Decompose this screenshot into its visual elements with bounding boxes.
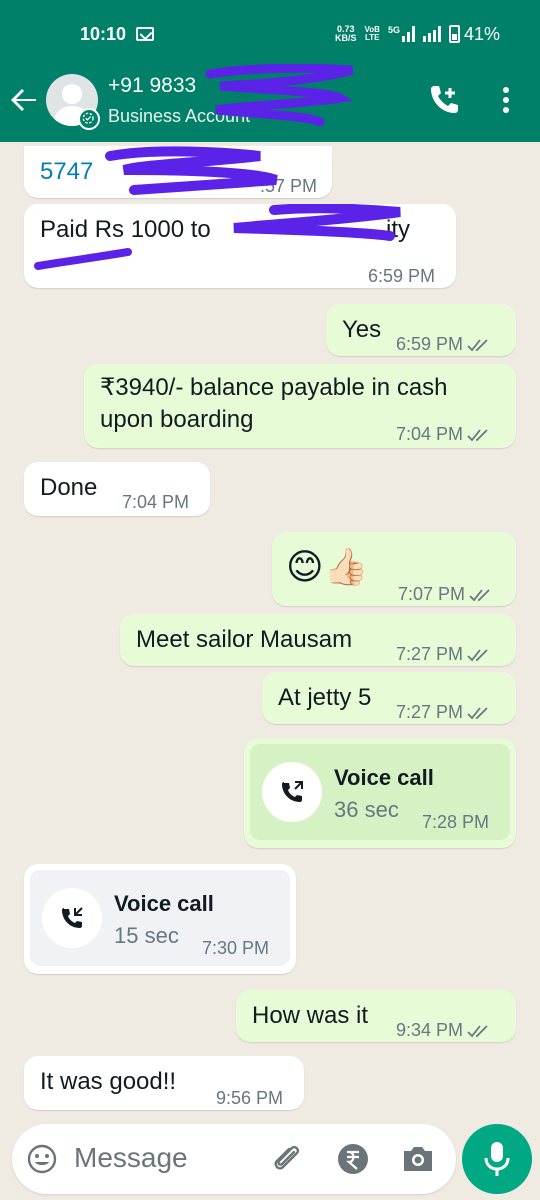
message-time: 9:56 PM — [216, 1088, 284, 1108]
call-duration: 15 sec — [114, 923, 179, 948]
voice-call-incoming[interactable]: Voice call 15 sec 7:30 PM — [24, 864, 296, 974]
message-time: 7:04 PM — [122, 492, 190, 512]
redaction-scribble — [105, 146, 278, 195]
attach-icon[interactable] — [270, 1142, 304, 1176]
message-text[interactable]: At jetty 5 — [278, 682, 371, 714]
message-time: 7:07 PM — [398, 584, 466, 604]
message-time-with-ticks: 7:27 PM — [396, 638, 491, 670]
message-time: 6:59 PM — [396, 334, 464, 354]
message-composer[interactable]: Message — [12, 1124, 456, 1194]
message-text[interactable]: Done — [40, 472, 97, 504]
contact-subtitle[interactable]: Business Account — [108, 106, 250, 127]
network-5g-label: 5G — [387, 25, 400, 35]
avatar-head — [62, 84, 82, 104]
back-arrow-icon[interactable] — [8, 84, 40, 116]
rupee-icon[interactable] — [336, 1142, 370, 1176]
battery-icon — [448, 25, 460, 43]
message-time-with-ticks: 7:27 PM — [396, 696, 491, 728]
voice-call-outgoing[interactable]: Voice call 36 sec 7:28 PM — [244, 738, 516, 848]
message-outgoing[interactable]: 😊👍🏻 7:07 PM — [272, 532, 516, 606]
call-card[interactable]: Voice call 36 sec 7:28 PM — [250, 744, 510, 840]
message-text-line1[interactable]: ₹3940/- balance payable in cash — [100, 372, 448, 404]
call-card[interactable]: Voice call 15 sec 7:30 PM — [30, 870, 290, 966]
add-call-icon[interactable] — [426, 82, 462, 118]
message-time: 7:30 PM — [202, 938, 270, 958]
chat-header: +91 9833 Business Account — [0, 64, 540, 142]
message-outgoing[interactable]: Yes 6:59 PM — [326, 304, 516, 356]
read-ticks-icon — [467, 707, 488, 720]
camera-icon[interactable] — [400, 1144, 436, 1174]
message-text[interactable]: Meet sailor Mausam — [136, 624, 352, 656]
gmail-notification-icon — [136, 27, 155, 41]
volte-indicator: VoB LTE — [365, 26, 380, 42]
call-icon-circle — [42, 888, 102, 948]
message-text[interactable]: Paid Rs 1000 to — [40, 214, 211, 246]
read-ticks-icon — [467, 429, 488, 442]
signal-5g-icon: 5G — [388, 26, 415, 42]
battery-percent: 41% — [463, 23, 500, 44]
message-incoming[interactable]: 5747 :57 PM — [24, 146, 332, 198]
read-ticks-icon — [467, 1025, 488, 1038]
message-time: 7:04 PM — [396, 424, 464, 444]
volte-bottom: LTE — [364, 33, 380, 42]
read-ticks-icon — [467, 339, 488, 352]
message-incoming[interactable]: Done 7:04 PM — [24, 462, 210, 516]
message-text[interactable]: How was it — [252, 1000, 368, 1032]
incoming-call-icon — [62, 907, 83, 928]
message-time-with-ticks: 6:59 PM — [396, 328, 491, 360]
call-duration: 36 sec — [334, 797, 399, 822]
message-outgoing[interactable]: How was it 9:34 PM — [236, 990, 516, 1042]
message-time-with-ticks: 9:34 PM — [396, 1014, 491, 1046]
message-time: :57 PM — [260, 176, 318, 196]
read-ticks-icon — [469, 589, 490, 602]
status-bar: 10:10 0.73 KB/S VoB LTE 5G 41% — [0, 0, 540, 68]
call-title: Voice call — [334, 765, 434, 790]
message-text[interactable]: It was good!! — [40, 1066, 176, 1098]
redaction-scribble — [34, 248, 132, 270]
network-speed-unit: KB/S — [335, 33, 357, 43]
message-time-with-ticks: 7:04 PM — [396, 418, 491, 450]
emoji-message[interactable]: 😊👍🏻 — [286, 544, 368, 590]
message-text[interactable]: Yes — [342, 314, 381, 346]
message-time: 7:27 PM — [396, 702, 464, 722]
call-icon-circle — [262, 762, 322, 822]
message-incoming[interactable]: It was good!! 9:56 PM — [24, 1056, 304, 1110]
message-time: 6:59 PM — [368, 266, 436, 286]
signal-icon — [422, 26, 441, 42]
message-text[interactable]: 5747 — [40, 156, 93, 188]
network-speed: 0.73 KB/S — [335, 25, 357, 43]
message-incoming[interactable]: Paid Rs 1000 to ity 6:59 PM — [24, 204, 456, 288]
message-input[interactable]: Message — [74, 1142, 188, 1174]
message-outgoing[interactable]: ₹3940/- balance payable in cash upon boa… — [84, 364, 516, 448]
status-time: 10:10 — [80, 23, 127, 44]
mic-icon — [484, 1142, 510, 1176]
message-outgoing[interactable]: Meet sailor Mausam 7:27 PM — [120, 614, 516, 666]
contact-name[interactable]: +91 9833 — [108, 74, 196, 98]
message-time: 7:28 PM — [422, 812, 490, 832]
message-time: 9:34 PM — [396, 1020, 464, 1040]
mic-button[interactable] — [462, 1124, 532, 1194]
read-ticks-icon — [467, 649, 488, 662]
message-time: 7:27 PM — [396, 644, 464, 664]
status-indicators: 0.73 KB/S VoB LTE 5G 41% — [335, 24, 500, 45]
outgoing-call-icon — [282, 781, 303, 802]
message-outgoing[interactable]: At jetty 5 7:27 PM — [262, 672, 516, 724]
message-text-line2[interactable]: upon boarding — [100, 404, 253, 436]
call-title: Voice call — [114, 891, 214, 916]
business-badge-icon — [78, 108, 100, 130]
message-text-tail[interactable]: ity — [386, 214, 410, 246]
emoji-icon[interactable] — [26, 1143, 58, 1175]
more-options-icon[interactable] — [494, 84, 518, 116]
message-time-with-ticks: 7:07 PM — [398, 578, 493, 610]
